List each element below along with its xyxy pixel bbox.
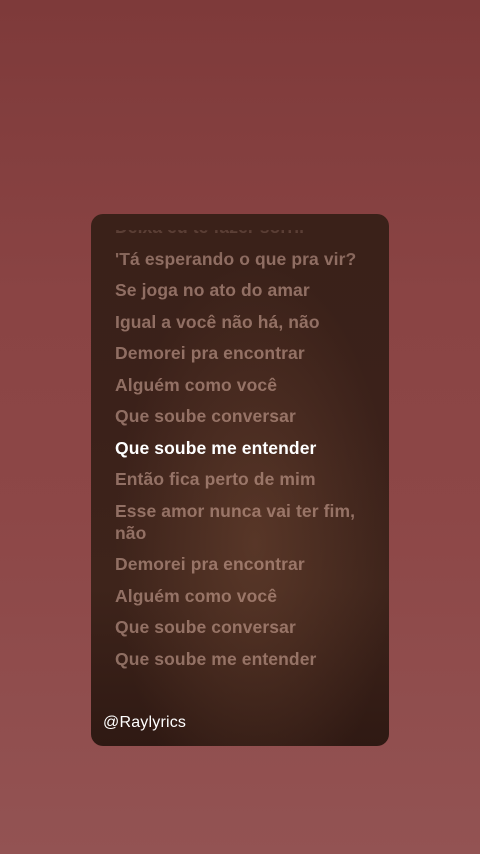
lyric-line[interactable]: Esse amor nunca vai ter fim, não [115, 500, 371, 544]
lyric-line[interactable]: Que soube conversar [115, 405, 371, 427]
watermark-handle: @Raylyrics [103, 714, 187, 731]
lyrics-card: Deixa eu te fazer sorrir 'Tá esperando o… [91, 214, 389, 746]
lyric-line[interactable]: Alguém como você [115, 374, 371, 396]
lyrics-scroll-area[interactable]: Deixa eu te fazer sorrir 'Tá esperando o… [115, 230, 371, 746]
lyric-line[interactable]: Então fica perto de mim [115, 468, 371, 490]
lyric-line[interactable]: Se joga no ato do amar [115, 279, 371, 301]
lyric-line[interactable]: Igual a você não há, não [115, 311, 371, 333]
lyric-line[interactable]: Alguém como você [115, 585, 371, 607]
lyric-line[interactable]: Que soube me entender [115, 648, 371, 670]
lyric-line-active[interactable]: Que soube me entender [115, 437, 371, 459]
lyric-line[interactable]: Deixa eu te fazer sorrir [115, 230, 371, 238]
lyric-line[interactable]: Que soube conversar [115, 616, 371, 638]
lyric-line[interactable]: Demorei pra encontrar [115, 342, 371, 364]
lyric-line[interactable]: Demorei pra encontrar [115, 553, 371, 575]
lyric-line[interactable]: 'Tá esperando o que pra vir? [115, 248, 371, 270]
